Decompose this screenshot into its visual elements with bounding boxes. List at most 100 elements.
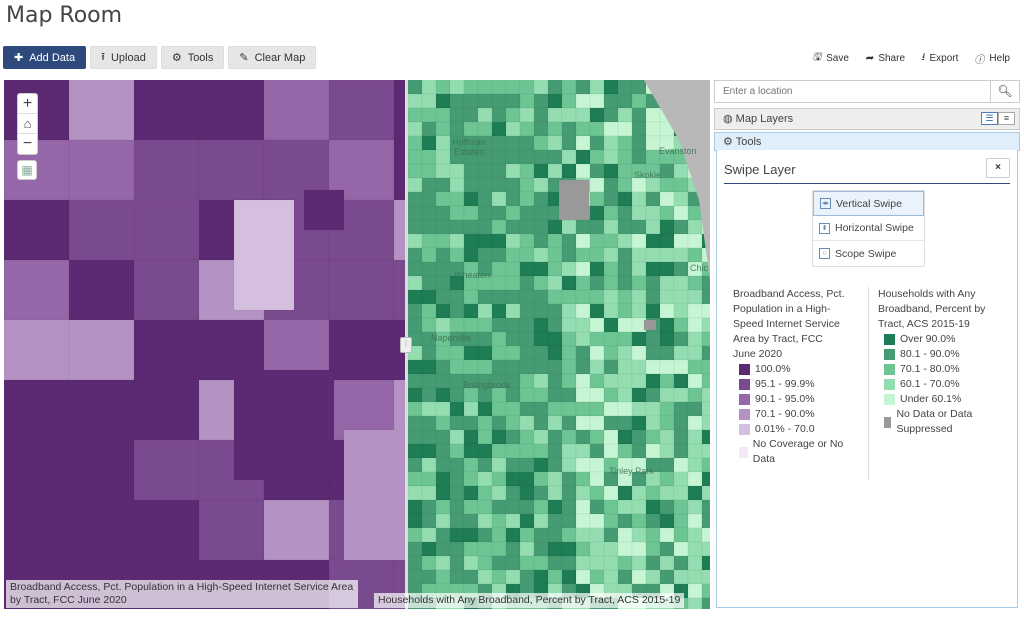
tract — [547, 513, 563, 529]
tract — [561, 443, 577, 459]
tract — [589, 415, 605, 431]
tract — [575, 80, 591, 95]
tract — [491, 443, 507, 459]
tract — [603, 275, 619, 291]
map-layers-panel-header[interactable]: ◍ Map Layers ☰ ≡ — [714, 108, 1020, 130]
tract — [617, 345, 633, 361]
help-label: Help — [989, 53, 1010, 64]
tract — [645, 107, 661, 123]
tract — [407, 527, 423, 543]
tract — [421, 541, 437, 557]
home-button[interactable]: ⌂ — [18, 114, 37, 134]
tract — [617, 233, 633, 249]
tools-button[interactable]: ⚙ Tools — [160, 46, 225, 69]
tract — [673, 345, 689, 361]
tract — [505, 191, 521, 207]
tract — [603, 401, 619, 417]
close-button[interactable]: × — [986, 158, 1010, 178]
tract — [68, 319, 135, 381]
tract — [421, 373, 437, 389]
toolbar: ✚ Add Data ⭱ Upload ⚙ Tools ✎ Clear Map — [3, 46, 317, 69]
tract — [701, 583, 710, 599]
share-icon: ➦ — [864, 53, 874, 64]
tract — [547, 247, 563, 263]
tract — [421, 457, 437, 473]
tract — [407, 107, 423, 123]
tract — [645, 261, 661, 277]
map-canvas[interactable]: ⁞ + ⌂ − ▦ Hoffman Estates Evanston Skoki… — [4, 80, 710, 609]
tract — [673, 247, 689, 263]
tract — [547, 485, 563, 501]
help-button[interactable]: ⓘ Help — [974, 50, 1010, 67]
horizontal-swipe-option[interactable]: ⬍ Horizontal Swipe — [813, 216, 924, 241]
vertical-swipe-option[interactable]: ◂▸ Vertical Swipe — [813, 191, 924, 216]
scope-swipe-option[interactable]: ○ Scope Swipe — [813, 241, 924, 266]
tract — [645, 191, 661, 207]
upload-icon: ⭱ — [101, 51, 105, 63]
clear-map-button[interactable]: ✎ Clear Map — [228, 46, 317, 69]
tract — [533, 401, 549, 417]
tract — [617, 177, 633, 193]
tract — [133, 259, 200, 321]
tract — [687, 205, 703, 221]
view-toggle: ☰ ≡ — [981, 112, 1015, 125]
swipe-handle[interactable]: ⁞ — [400, 337, 412, 353]
tract — [687, 247, 703, 263]
tract — [589, 429, 605, 445]
tract — [617, 359, 633, 375]
tract — [449, 345, 465, 361]
tract — [659, 163, 675, 179]
tract — [617, 135, 633, 151]
tract — [603, 443, 619, 459]
tools-panel-header[interactable]: ⚙ Tools — [714, 132, 1020, 151]
tract — [477, 233, 493, 249]
tract — [477, 569, 493, 585]
tract — [435, 527, 451, 543]
tract — [561, 555, 577, 571]
tract — [589, 233, 605, 249]
tract — [68, 80, 135, 141]
tract — [659, 471, 675, 487]
tract — [491, 135, 507, 151]
share-button[interactable]: ➦ Share — [865, 50, 905, 67]
tract — [435, 457, 451, 473]
save-button[interactable]: 🖫 Save — [813, 50, 849, 67]
tract — [687, 471, 703, 487]
list-view-button[interactable]: ≡ — [998, 112, 1015, 125]
tract — [687, 569, 703, 585]
basemap-gallery-button[interactable]: ▦ — [17, 160, 37, 180]
export-button[interactable]: ⭳ Export — [921, 50, 958, 67]
tract — [687, 233, 703, 249]
tract — [407, 191, 423, 207]
tract — [407, 387, 423, 403]
tract — [687, 359, 703, 375]
location-search-input[interactable] — [715, 81, 990, 102]
tract — [645, 513, 661, 529]
tract — [617, 513, 633, 529]
tract — [701, 513, 710, 529]
tract — [533, 443, 549, 459]
tract — [449, 303, 465, 319]
tract — [575, 485, 591, 501]
tract — [631, 331, 647, 347]
tract — [687, 485, 703, 501]
zoom-out-button[interactable]: − — [18, 134, 37, 154]
tract — [673, 373, 689, 389]
add-data-button[interactable]: ✚ Add Data — [3, 46, 87, 69]
detail-list-view-button[interactable]: ☰ — [981, 112, 998, 125]
tract — [407, 135, 423, 151]
swipe-layer-tool: Swipe Layer × ◂▸ Vertical Swipe ⬍ Horizont… — [716, 150, 1018, 608]
tract — [547, 107, 563, 123]
search-button[interactable]: 🔍︎ — [990, 81, 1019, 102]
upload-label: Upload — [110, 51, 146, 64]
tract — [449, 177, 465, 193]
tract — [449, 317, 465, 333]
tract — [589, 289, 605, 305]
tract — [631, 555, 647, 571]
upload-button[interactable]: ⭱ Upload — [90, 46, 157, 69]
tract — [449, 93, 465, 109]
tract — [343, 429, 406, 561]
zoom-in-button[interactable]: + — [18, 94, 37, 114]
tract — [505, 513, 521, 529]
tract — [533, 527, 549, 543]
